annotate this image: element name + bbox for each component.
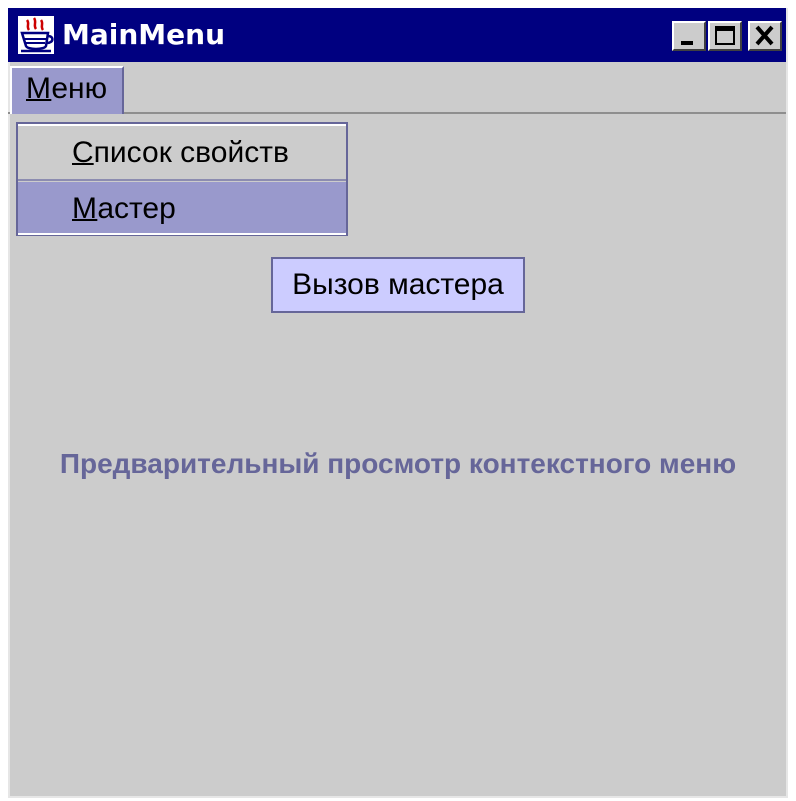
title-bar[interactable]: MainMenu: [8, 8, 786, 62]
close-icon: [755, 25, 774, 46]
menu-bar: Меню: [8, 62, 786, 114]
java-coffee-cup-icon: [18, 16, 54, 54]
popup-item-label: писок свойств: [93, 136, 289, 169]
popup-item-property-list[interactable]: Список свойств: [18, 124, 346, 181]
maximize-button[interactable]: [708, 21, 742, 51]
popup-item-mnemonic: С: [72, 136, 94, 169]
preview-label: Предварительный просмотр контекстного ме…: [59, 448, 737, 479]
menu-label-rest: еню: [51, 72, 108, 105]
minimize-button[interactable]: [672, 21, 706, 51]
popup-item-label: астер: [97, 192, 176, 225]
popup-item-wizard[interactable]: Мастер: [18, 182, 346, 235]
close-button[interactable]: [748, 21, 782, 51]
popup-item-mnemonic: М: [72, 192, 98, 225]
window-title: MainMenu: [62, 18, 226, 51]
menu-mnemonic: М: [26, 72, 52, 105]
popup-menu: Список свойств Мастер: [16, 122, 348, 236]
minimize-icon: [681, 41, 693, 45]
menu-item-menu[interactable]: Меню: [10, 66, 124, 114]
maximize-icon: [715, 26, 735, 45]
tooltip: Вызов мастера: [271, 257, 525, 313]
